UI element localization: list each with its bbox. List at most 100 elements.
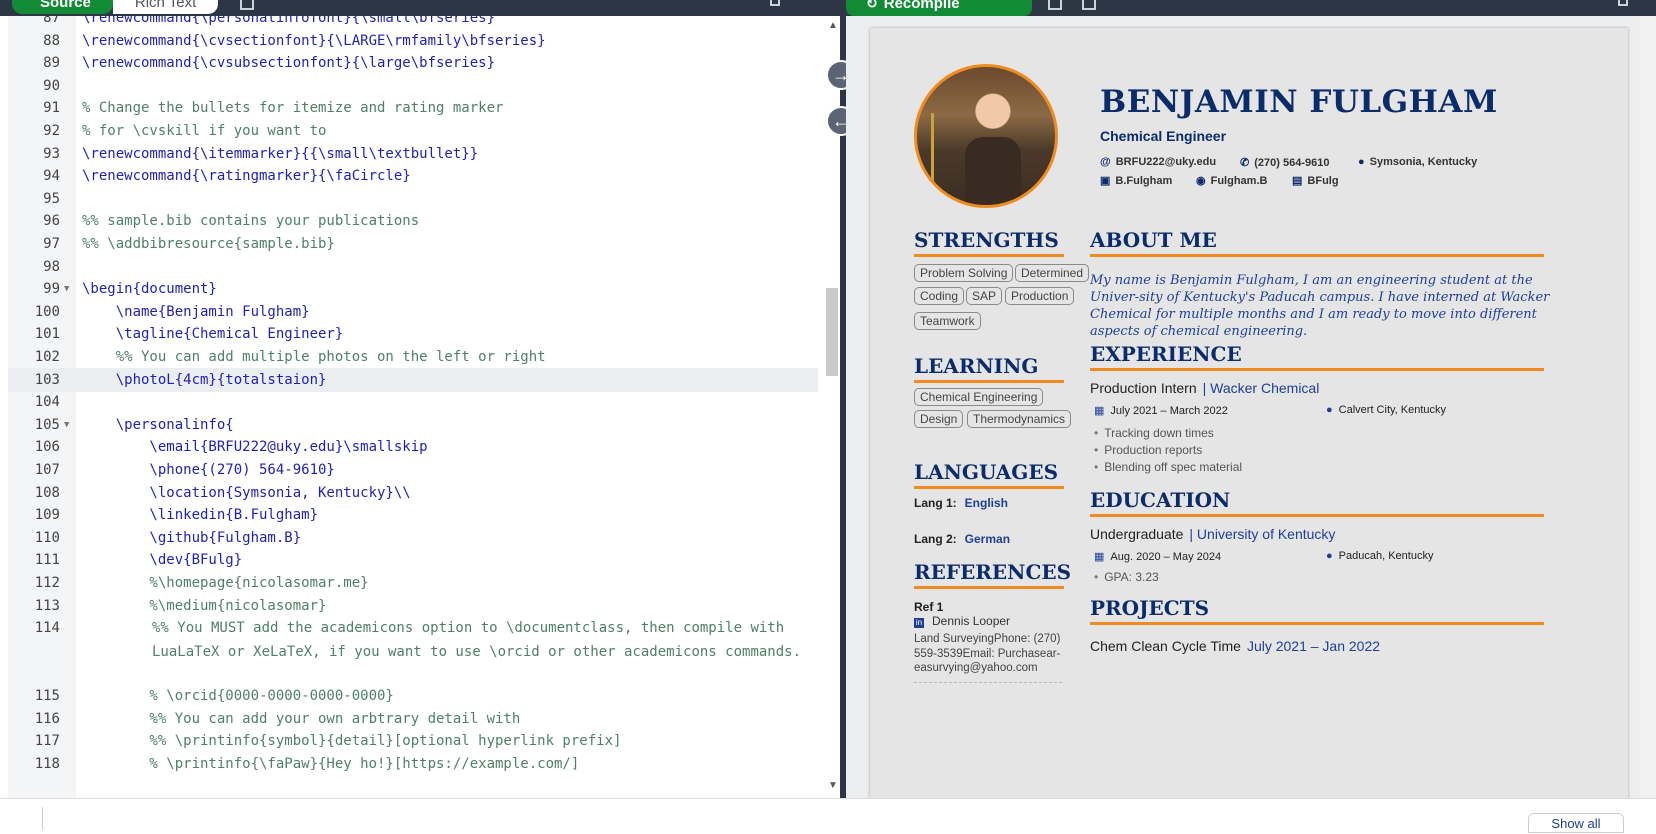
line-number: 90: [43, 77, 60, 94]
code-line[interactable]: 108 \location{Symsonia, Kentucky}\\: [8, 481, 818, 505]
reference-title: Ref 1: [914, 600, 944, 614]
reference-divider: [914, 682, 1062, 683]
phone-info: ✆ (270) 564-9610: [1240, 156, 1329, 169]
pdf-scrollbar[interactable]: [1640, 16, 1656, 798]
experience-place: ● Calvert City, Kentucky: [1326, 404, 1446, 416]
code-line[interactable]: 107 \phone{(270) 564-9610}: [8, 458, 818, 482]
fold-toggle-icon[interactable]: ▼: [64, 277, 69, 301]
line-code: % Change the bullets for itemize and rat…: [82, 100, 504, 117]
github-info[interactable]: ◉ Fulgham.B: [1196, 174, 1267, 187]
code-line[interactable]: 117 %% \printinfo{symbol}{detail}[option…: [8, 729, 818, 753]
phone-text: (270) 564-9610: [1254, 157, 1330, 169]
code-line[interactable]: 91 % Change the bullets for itemize and r…: [8, 96, 818, 120]
at-icon: @: [1100, 156, 1111, 168]
education-title: Undergraduate | University of Kentucky: [1090, 526, 1335, 542]
resume-name: BENJAMIN FULGHAM: [1100, 84, 1498, 120]
recompile-button[interactable]: ↻ Recompile: [846, 0, 1032, 16]
code-line[interactable]: 99 ▼ \begin{document}: [8, 277, 818, 301]
line-code: % \printinfo{\faPaw}{Hey ho!}[https://ex…: [82, 755, 580, 772]
experience-heading: EXPERIENCE: [1090, 342, 1544, 371]
linkedin-icon: in: [914, 618, 924, 628]
code-line[interactable]: 102 %% You can add multiple photos on th…: [8, 345, 818, 369]
code-line[interactable]: 94 \renewcommand{\ratingmarker}{\faCircle…: [8, 164, 818, 188]
show-all-button[interactable]: Show all: [1528, 813, 1624, 833]
code-line[interactable]: 118 % \printinfo{\faPaw}{Hey ho!}[https:…: [8, 752, 818, 776]
github-icon: ◉: [1196, 175, 1206, 187]
logs-icon[interactable]: [1048, 0, 1062, 10]
code-line[interactable]: 98: [8, 255, 818, 279]
strength-tag: Problem Solving: [914, 264, 1014, 282]
scroll-down-icon[interactable]: ▼: [828, 780, 838, 791]
experience-bullet: Tracking down times: [1094, 426, 1214, 440]
line-number: 116: [34, 710, 60, 727]
code-line[interactable]: 90: [8, 74, 818, 98]
split-view-icon[interactable]: [770, 0, 780, 6]
code-line[interactable]: 95: [8, 187, 818, 211]
editor-scroll-thumb[interactable]: [826, 288, 838, 376]
pdf-viewer[interactable]: BENJAMIN FULGHAM Chemical Engineer @ BRFU…: [846, 16, 1656, 798]
line-number: 104: [34, 394, 60, 411]
editor-mode-toggle[interactable]: Source Rich Text: [12, 0, 219, 14]
code-line[interactable]: 89 \renewcommand{\cvsubsectionfont}{\larg…: [8, 51, 818, 75]
education-dates-text: Aug. 2020 – May 2024: [1110, 551, 1222, 563]
code-line[interactable]: 100 \name{Benjamin Fulgham}: [8, 300, 818, 324]
code-line[interactable]: 111 \dev{BFulg}: [8, 548, 818, 572]
line-code: \renewcommand{\ratingmarker}{\faCircle}: [82, 168, 411, 185]
language-1: Lang 1: English: [914, 496, 1008, 510]
line-number: 113: [34, 597, 60, 614]
experience-role: Production Intern: [1090, 380, 1197, 396]
line-number: 92: [43, 123, 60, 139]
code-line[interactable]: 105 ▼ \personalinfo{: [8, 413, 818, 437]
code-line[interactable]: 88 \renewcommand{\cvsectionfont}{\LARGE\r…: [8, 29, 818, 53]
code-line[interactable]: 113 %\medium{nicolasomar}: [8, 594, 818, 618]
code-line[interactable]: 93 \renewcommand{\itemmarker}{{\small\tex…: [8, 142, 818, 166]
code-line[interactable]: 110 \github{Fulgham.B}: [8, 526, 818, 550]
scroll-up-icon[interactable]: ▲: [828, 20, 838, 31]
line-code: \phone{(270) 564-9610}: [82, 462, 335, 478]
code-line[interactable]: 97 %% \addbibresource{sample.bib}: [8, 232, 818, 256]
linkedin-info[interactable]: ▣ B.Fulgham: [1100, 174, 1172, 187]
line-number: 115: [34, 688, 60, 704]
code-line[interactable]: 114 %% You MUST add the academicons opti…: [8, 616, 818, 684]
source-mode-button[interactable]: Source: [12, 0, 113, 14]
code-line[interactable]: 101 \tagline{Chemical Engineer}: [8, 322, 818, 346]
expand-icon[interactable]: [1618, 0, 1628, 6]
line-number: 118: [34, 755, 60, 772]
learning-tag: Thermodynamics: [967, 410, 1072, 428]
location-text: Symsonia, Kentucky: [1369, 156, 1478, 168]
languages-heading: LANGUAGES: [914, 460, 1064, 489]
code-line[interactable]: 109 \linkedin{B.Fulgham}: [8, 503, 818, 527]
code-line[interactable]: 106 \email{BRFU222@uky.edu}\smallskip: [8, 435, 818, 459]
code-editor[interactable]: 87 \renewcommand{\personalinfofont}{\smal…: [8, 16, 838, 798]
code-line[interactable]: 92 % for \cvskill if you want to: [8, 119, 818, 143]
code-line[interactable]: 103 \photoL{4cm}{totalstaion}: [8, 367, 818, 392]
email-info[interactable]: @ BRFU222@uky.edu: [1100, 156, 1216, 168]
phone-icon: ✆: [1240, 157, 1250, 169]
dev-info[interactable]: ▤ BFulg: [1292, 174, 1339, 187]
learning-heading: LEARNING: [914, 354, 1064, 383]
line-code: \renewcommand{\itemmarker}{{\small\textb…: [82, 145, 479, 162]
strength-tag: SAP: [966, 287, 1003, 305]
language-label: Lang 1:: [914, 496, 957, 510]
linkedin-text: B.Fulgham: [1115, 175, 1173, 187]
code-line[interactable]: 115 % \orcid{0000-0000-0000-0000}: [8, 684, 818, 708]
rich-text-mode-button[interactable]: Rich Text: [112, 0, 219, 14]
line-code: %% You can add multiple photos on the le…: [82, 349, 546, 365]
symbol-palette-icon[interactable]: [240, 0, 254, 10]
line-code: %% You MUST add the academicons option t…: [152, 620, 802, 661]
learning-tag: Design: [914, 410, 964, 428]
strength-tag: Determined: [1015, 264, 1090, 282]
calendar-icon: ▦: [1094, 405, 1105, 417]
code-line[interactable]: 112 %\homepage{nicolasomar.me}: [8, 571, 818, 595]
education-place-text: Paducah, Kentucky: [1338, 550, 1434, 562]
download-pdf-icon[interactable]: [1082, 0, 1096, 10]
code-line[interactable]: 96 %% sample.bib contains your publicatio…: [8, 209, 818, 233]
code-line[interactable]: 116 %% You can add your own arbtrary det…: [8, 707, 818, 731]
code-line[interactable]: 104: [8, 390, 818, 414]
line-number: 94: [43, 168, 60, 185]
line-code: \personalinfo{: [82, 416, 234, 433]
photo-tripod: [931, 113, 949, 203]
fold-toggle-icon[interactable]: ▼: [64, 413, 69, 437]
line-number: 117: [34, 733, 60, 750]
strength-tag: Production: [1005, 287, 1075, 305]
